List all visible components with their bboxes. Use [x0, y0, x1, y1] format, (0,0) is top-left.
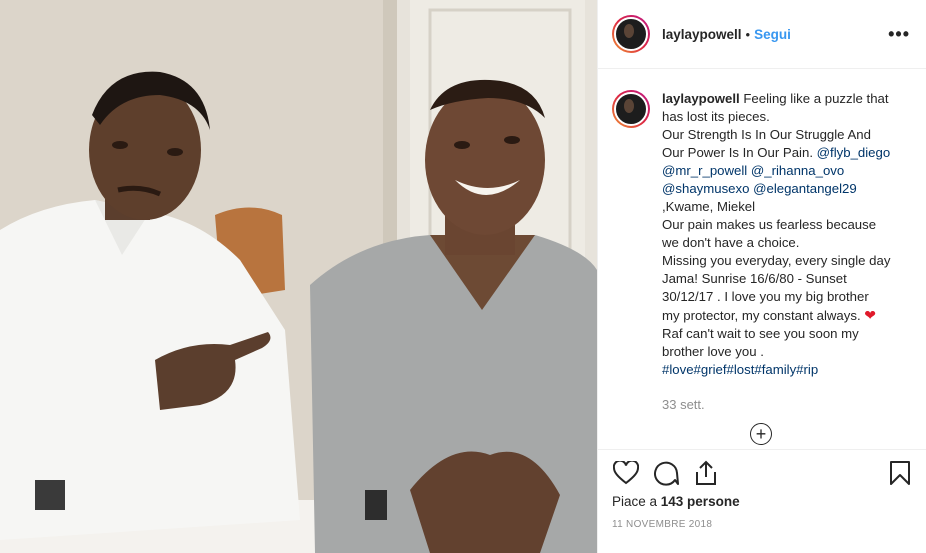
share-icon[interactable]	[692, 459, 720, 487]
caption-tag-link[interactable]: #family	[754, 362, 796, 377]
caption-text: laylaypowell Feeling like a puzzle that h…	[662, 90, 906, 379]
caption-tag-link[interactable]: @mr_r_powell	[662, 163, 747, 178]
caption-line: we don't have a choice.	[662, 234, 906, 252]
caption-text-segment: ,Kwame, Miekel	[662, 199, 756, 214]
caption-line: Our pain makes us fearless because	[662, 216, 906, 234]
caption-text-segment: brother love you .	[662, 344, 764, 359]
bookmark-icon[interactable]	[886, 459, 914, 487]
action-bar	[612, 458, 914, 488]
caption-line: Our Strength Is In Our Struggle And	[662, 126, 906, 144]
caption-tag-link[interactable]: #grief	[694, 362, 727, 377]
caption-tag-link[interactable]: @elegantangel29	[753, 181, 857, 196]
caption-line: Raf can't wait to see you soon my	[662, 325, 906, 343]
caption-line: @mr_r_powell @_rihanna_ovo	[662, 162, 906, 180]
caption-row: laylaypowell Feeling like a puzzle that h…	[612, 90, 912, 379]
comments-area: laylaypowell Feeling like a puzzle that h…	[612, 90, 912, 412]
caption-tag-link[interactable]: #lost	[727, 362, 755, 377]
caption-text-segment: Our pain makes us fearless because	[662, 217, 877, 232]
comment-icon[interactable]	[652, 459, 680, 487]
caption-avatar[interactable]	[612, 90, 650, 128]
likes-number[interactable]: 143 persone	[661, 494, 740, 509]
post-header: laylaypowell • Segui •••	[612, 15, 914, 53]
post-side-panel: laylaypowell • Segui ••• laylaypowell Fe…	[597, 0, 926, 553]
caption-text-segment: Feeling like a puzzle that	[743, 91, 889, 106]
load-more-comments-button[interactable]: +	[750, 423, 772, 445]
caption-text-segment: Jama! Sunrise 16/6/80 - Sunset	[662, 271, 847, 286]
caption-tag-link[interactable]: #rip	[796, 362, 818, 377]
caption-username[interactable]: laylaypowell	[662, 91, 743, 106]
avatar[interactable]	[612, 15, 650, 53]
caption-tag-link[interactable]: @flyb_diego	[817, 145, 891, 160]
photo-illustration	[0, 0, 597, 553]
caption-text-segment: has lost its pieces.	[662, 109, 770, 124]
caption-tag-link[interactable]: @shaymusexo	[662, 181, 749, 196]
likes-count[interactable]: Piace a 143 persone	[612, 494, 740, 509]
actions-divider	[598, 449, 926, 450]
caption-text-segment: 30/12/17 . I love you my big brother	[662, 289, 869, 304]
caption-tag-link[interactable]: @_rihanna_ovo	[751, 163, 844, 178]
avatar-image	[614, 92, 648, 126]
post-photo[interactable]	[0, 0, 597, 553]
caption-line: @shaymusexo @elegantangel29	[662, 180, 906, 198]
header-username[interactable]: laylaypowell	[662, 27, 742, 42]
caption-line: Our Power Is In Our Pain. @flyb_diego	[662, 144, 906, 162]
caption-tag-link[interactable]: #love	[662, 362, 694, 377]
red-heart-emoji: ❤	[864, 307, 877, 323]
caption-text-segment: Missing you everyday, every single day	[662, 253, 891, 268]
caption-line: my protector, my constant always. ❤	[662, 306, 906, 325]
caption-text-segment: Our Power Is In Our Pain.	[662, 145, 817, 160]
caption-line: Jama! Sunrise 16/6/80 - Sunset	[662, 270, 906, 288]
caption-line: has lost its pieces.	[662, 108, 906, 126]
caption-text-segment: Our Strength Is In Our Struggle And	[662, 127, 871, 142]
caption-line: brother love you .	[662, 343, 906, 361]
more-options-icon[interactable]: •••	[884, 25, 914, 43]
caption-line: ,Kwame, Miekel	[662, 198, 906, 216]
heart-icon[interactable]	[612, 459, 640, 487]
instagram-post: laylaypowell • Segui ••• laylaypowell Fe…	[0, 0, 926, 553]
header-separator: •	[745, 26, 751, 42]
avatar-image	[614, 17, 648, 51]
follow-button[interactable]: Segui	[754, 27, 791, 42]
caption-line: Missing you everyday, every single day	[662, 252, 906, 270]
caption-text-segment: my protector, my constant always.	[662, 308, 865, 323]
likes-prefix: Piace a	[612, 494, 661, 509]
caption-text-segment: we don't have a choice.	[662, 235, 800, 250]
header-divider	[598, 68, 926, 69]
time-ago[interactable]: 33 sett.	[662, 397, 912, 412]
caption-text-segment: Raf can't wait to see you soon my	[662, 326, 859, 341]
caption-line: laylaypowell Feeling like a puzzle that	[662, 90, 906, 108]
caption-line: 30/12/17 . I love you my big brother	[662, 288, 906, 306]
post-date: 11 NOVEMBRE 2018	[612, 519, 713, 530]
caption-line: #love#grief#lost#family#rip	[662, 361, 906, 379]
